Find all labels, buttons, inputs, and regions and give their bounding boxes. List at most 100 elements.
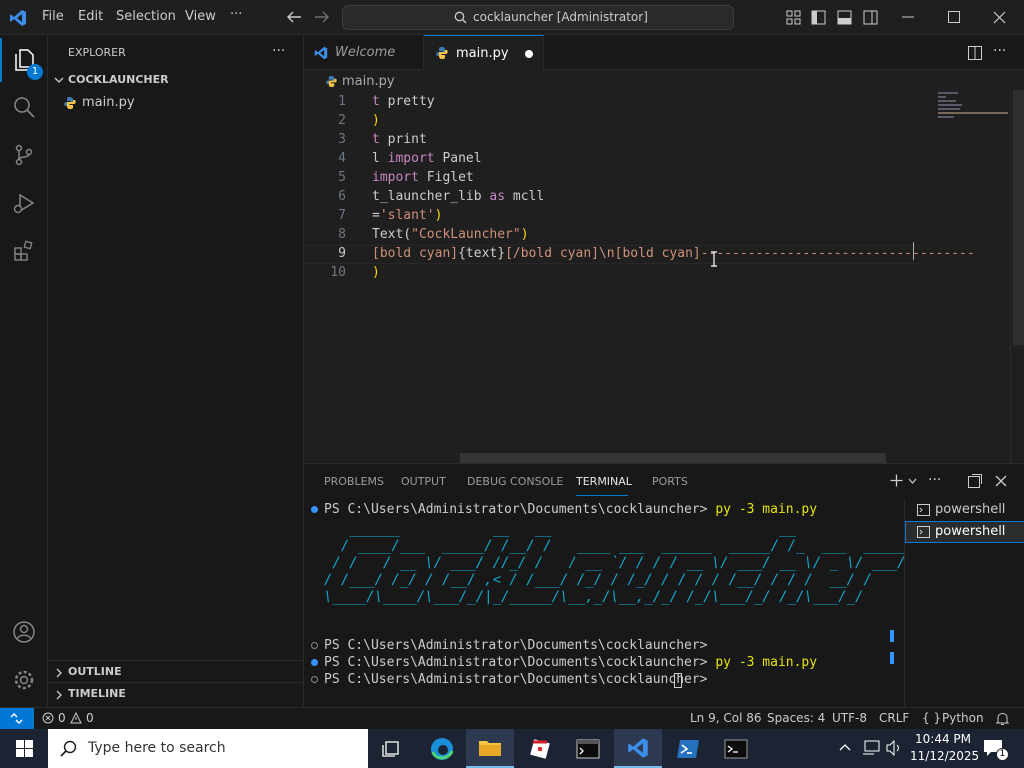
maximize-panel-icon[interactable]: [968, 474, 982, 488]
unsaved-dot-icon[interactable]: [525, 50, 533, 58]
tab-ports[interactable]: PORTS: [652, 475, 688, 488]
terminal-cursor: [674, 673, 682, 688]
search-view-icon[interactable]: [0, 85, 48, 129]
minimap[interactable]: [934, 90, 1010, 463]
menu-edit[interactable]: Edit: [78, 9, 103, 24]
maximize-icon[interactable]: [948, 11, 960, 23]
file-item-main-py[interactable]: main.py: [48, 92, 303, 114]
run-debug-icon[interactable]: [0, 181, 48, 225]
file-name: main.py: [82, 95, 135, 110]
settings-gear-icon[interactable]: [0, 658, 48, 702]
breadcrumb-file[interactable]: main.py: [342, 74, 395, 89]
line-number: 2: [338, 113, 346, 128]
tab-output[interactable]: OUTPUT: [401, 475, 446, 488]
notification-center-icon[interactable]: 1: [983, 739, 1009, 761]
cmd-app-icon[interactable]: [712, 729, 760, 768]
code-token: ): [372, 265, 380, 280]
vscode-app-icon[interactable]: [614, 729, 662, 768]
scrollbar-thumb[interactable]: [1013, 90, 1024, 345]
tab-debug-console[interactable]: DEBUG CONSOLE: [467, 475, 563, 488]
code-token: [/bold cyan]\n[bold cyan]: [505, 246, 701, 261]
folder-name: COCKLAUNCHER: [68, 73, 169, 86]
close-icon[interactable]: [993, 11, 1006, 24]
back-arrow-icon[interactable]: [286, 10, 302, 24]
code-token: t: [372, 132, 388, 147]
tab-terminal[interactable]: TERMINAL: [576, 475, 632, 488]
customize-layout-icon[interactable]: [786, 10, 801, 25]
menu-more[interactable]: ···: [230, 7, 242, 22]
explorer-icon[interactable]: 1: [0, 38, 48, 82]
roblox-app-icon[interactable]: [516, 729, 564, 768]
search-icon: [60, 740, 77, 757]
extensions-icon[interactable]: [0, 229, 48, 273]
forward-arrow-icon[interactable]: [314, 10, 330, 24]
tab-welcome[interactable]: Welcome: [304, 35, 424, 70]
terminal-item[interactable]: powershell: [905, 499, 1024, 521]
split-editor-icon[interactable]: [968, 46, 982, 60]
edge-browser-icon[interactable]: [418, 729, 466, 768]
close-panel-icon[interactable]: [995, 475, 1007, 487]
toggle-panel-icon[interactable]: [837, 10, 852, 25]
taskbar-search-box[interactable]: Type here to search: [48, 729, 368, 768]
code-line: ='slant'): [372, 208, 442, 223]
error-icon[interactable]: [42, 712, 54, 724]
line-number: 10: [330, 265, 346, 280]
python-file-icon: [326, 76, 337, 87]
folder-header[interactable]: COCKLAUNCHER: [48, 69, 303, 91]
toggle-sidebar-icon[interactable]: [811, 10, 826, 25]
new-terminal-plus-icon[interactable]: [890, 474, 903, 487]
bell-icon[interactable]: [996, 712, 1009, 726]
outline-label: OUTLINE: [68, 665, 122, 678]
panel-more-actions-icon[interactable]: ···: [928, 472, 941, 488]
outline-section-header[interactable]: OUTLINE: [48, 660, 303, 682]
tab-main-py[interactable]: main.py: [424, 35, 544, 71]
remote-indicator[interactable]: [0, 708, 34, 730]
language-mode[interactable]: Python: [942, 711, 984, 725]
windows-start-icon[interactable]: [0, 729, 48, 768]
clock-date[interactable]: 11/12/2025: [910, 749, 979, 763]
timeline-section-header[interactable]: TIMELINE: [48, 682, 303, 704]
file-explorer-icon[interactable]: [466, 729, 514, 768]
terminal-output[interactable]: PS C:\Users\Administrator\Documents\cock…: [304, 499, 906, 704]
network-icon[interactable]: [862, 740, 880, 756]
editor-more-actions-icon[interactable]: ···: [993, 43, 1006, 59]
chevron-up-icon[interactable]: [839, 743, 851, 751]
menu-selection[interactable]: Selection: [116, 9, 176, 24]
end-of-line[interactable]: CRLF: [879, 711, 909, 725]
clock-time[interactable]: 10:44 PM: [915, 732, 971, 746]
terminal-line: PS C:\Users\Administrator\Documents\cock…: [324, 655, 818, 670]
editor-tabs: Welcome main.py ···: [304, 35, 1024, 71]
terminal-icon: [917, 504, 930, 516]
encoding[interactable]: UTF-8: [832, 711, 867, 725]
terminal-line: PS C:\Users\Administrator\Documents\cock…: [324, 672, 708, 687]
code-token: mcll: [505, 189, 545, 204]
indentation[interactable]: Spaces: 4: [767, 711, 825, 725]
python-file-icon: [64, 97, 76, 109]
terminal-scrollbar[interactable]: [890, 500, 894, 705]
terminal-window-icon[interactable]: [564, 729, 612, 768]
menu-file[interactable]: File: [42, 9, 64, 24]
chevron-down-icon[interactable]: [908, 478, 917, 484]
task-view-icon[interactable]: [368, 729, 416, 768]
volume-icon[interactable]: [886, 740, 904, 756]
toggle-secondary-sidebar-icon[interactable]: [863, 10, 878, 25]
editor-horizontal-scrollbar[interactable]: [460, 453, 886, 463]
command-center-search[interactable]: cocklauncher [Administrator]: [342, 5, 734, 30]
editor-vertical-scrollbar[interactable]: [1010, 90, 1024, 463]
tab-problems[interactable]: PROBLEMS: [324, 475, 384, 488]
cursor-position[interactable]: Ln 9, Col 86: [690, 711, 762, 725]
explorer-more-actions[interactable]: ···: [272, 43, 285, 59]
code-token: ): [520, 227, 529, 242]
code-token: Panel: [434, 151, 482, 166]
minimize-icon[interactable]: [902, 16, 914, 18]
account-icon[interactable]: [0, 610, 48, 654]
terminal-item-active[interactable]: powershell: [905, 521, 1024, 543]
warning-count[interactable]: 0: [86, 711, 94, 725]
menu-view[interactable]: View: [185, 9, 216, 24]
code-editor[interactable]: main.py 1 t pretty 2) 3 t print 4 l import Pan…: [304, 70, 1024, 463]
powershell-app-icon[interactable]: [664, 729, 712, 768]
warning-icon[interactable]: [70, 712, 82, 724]
python-file-icon: [436, 47, 448, 59]
error-count[interactable]: 0: [58, 711, 66, 725]
source-control-icon[interactable]: [0, 133, 48, 177]
